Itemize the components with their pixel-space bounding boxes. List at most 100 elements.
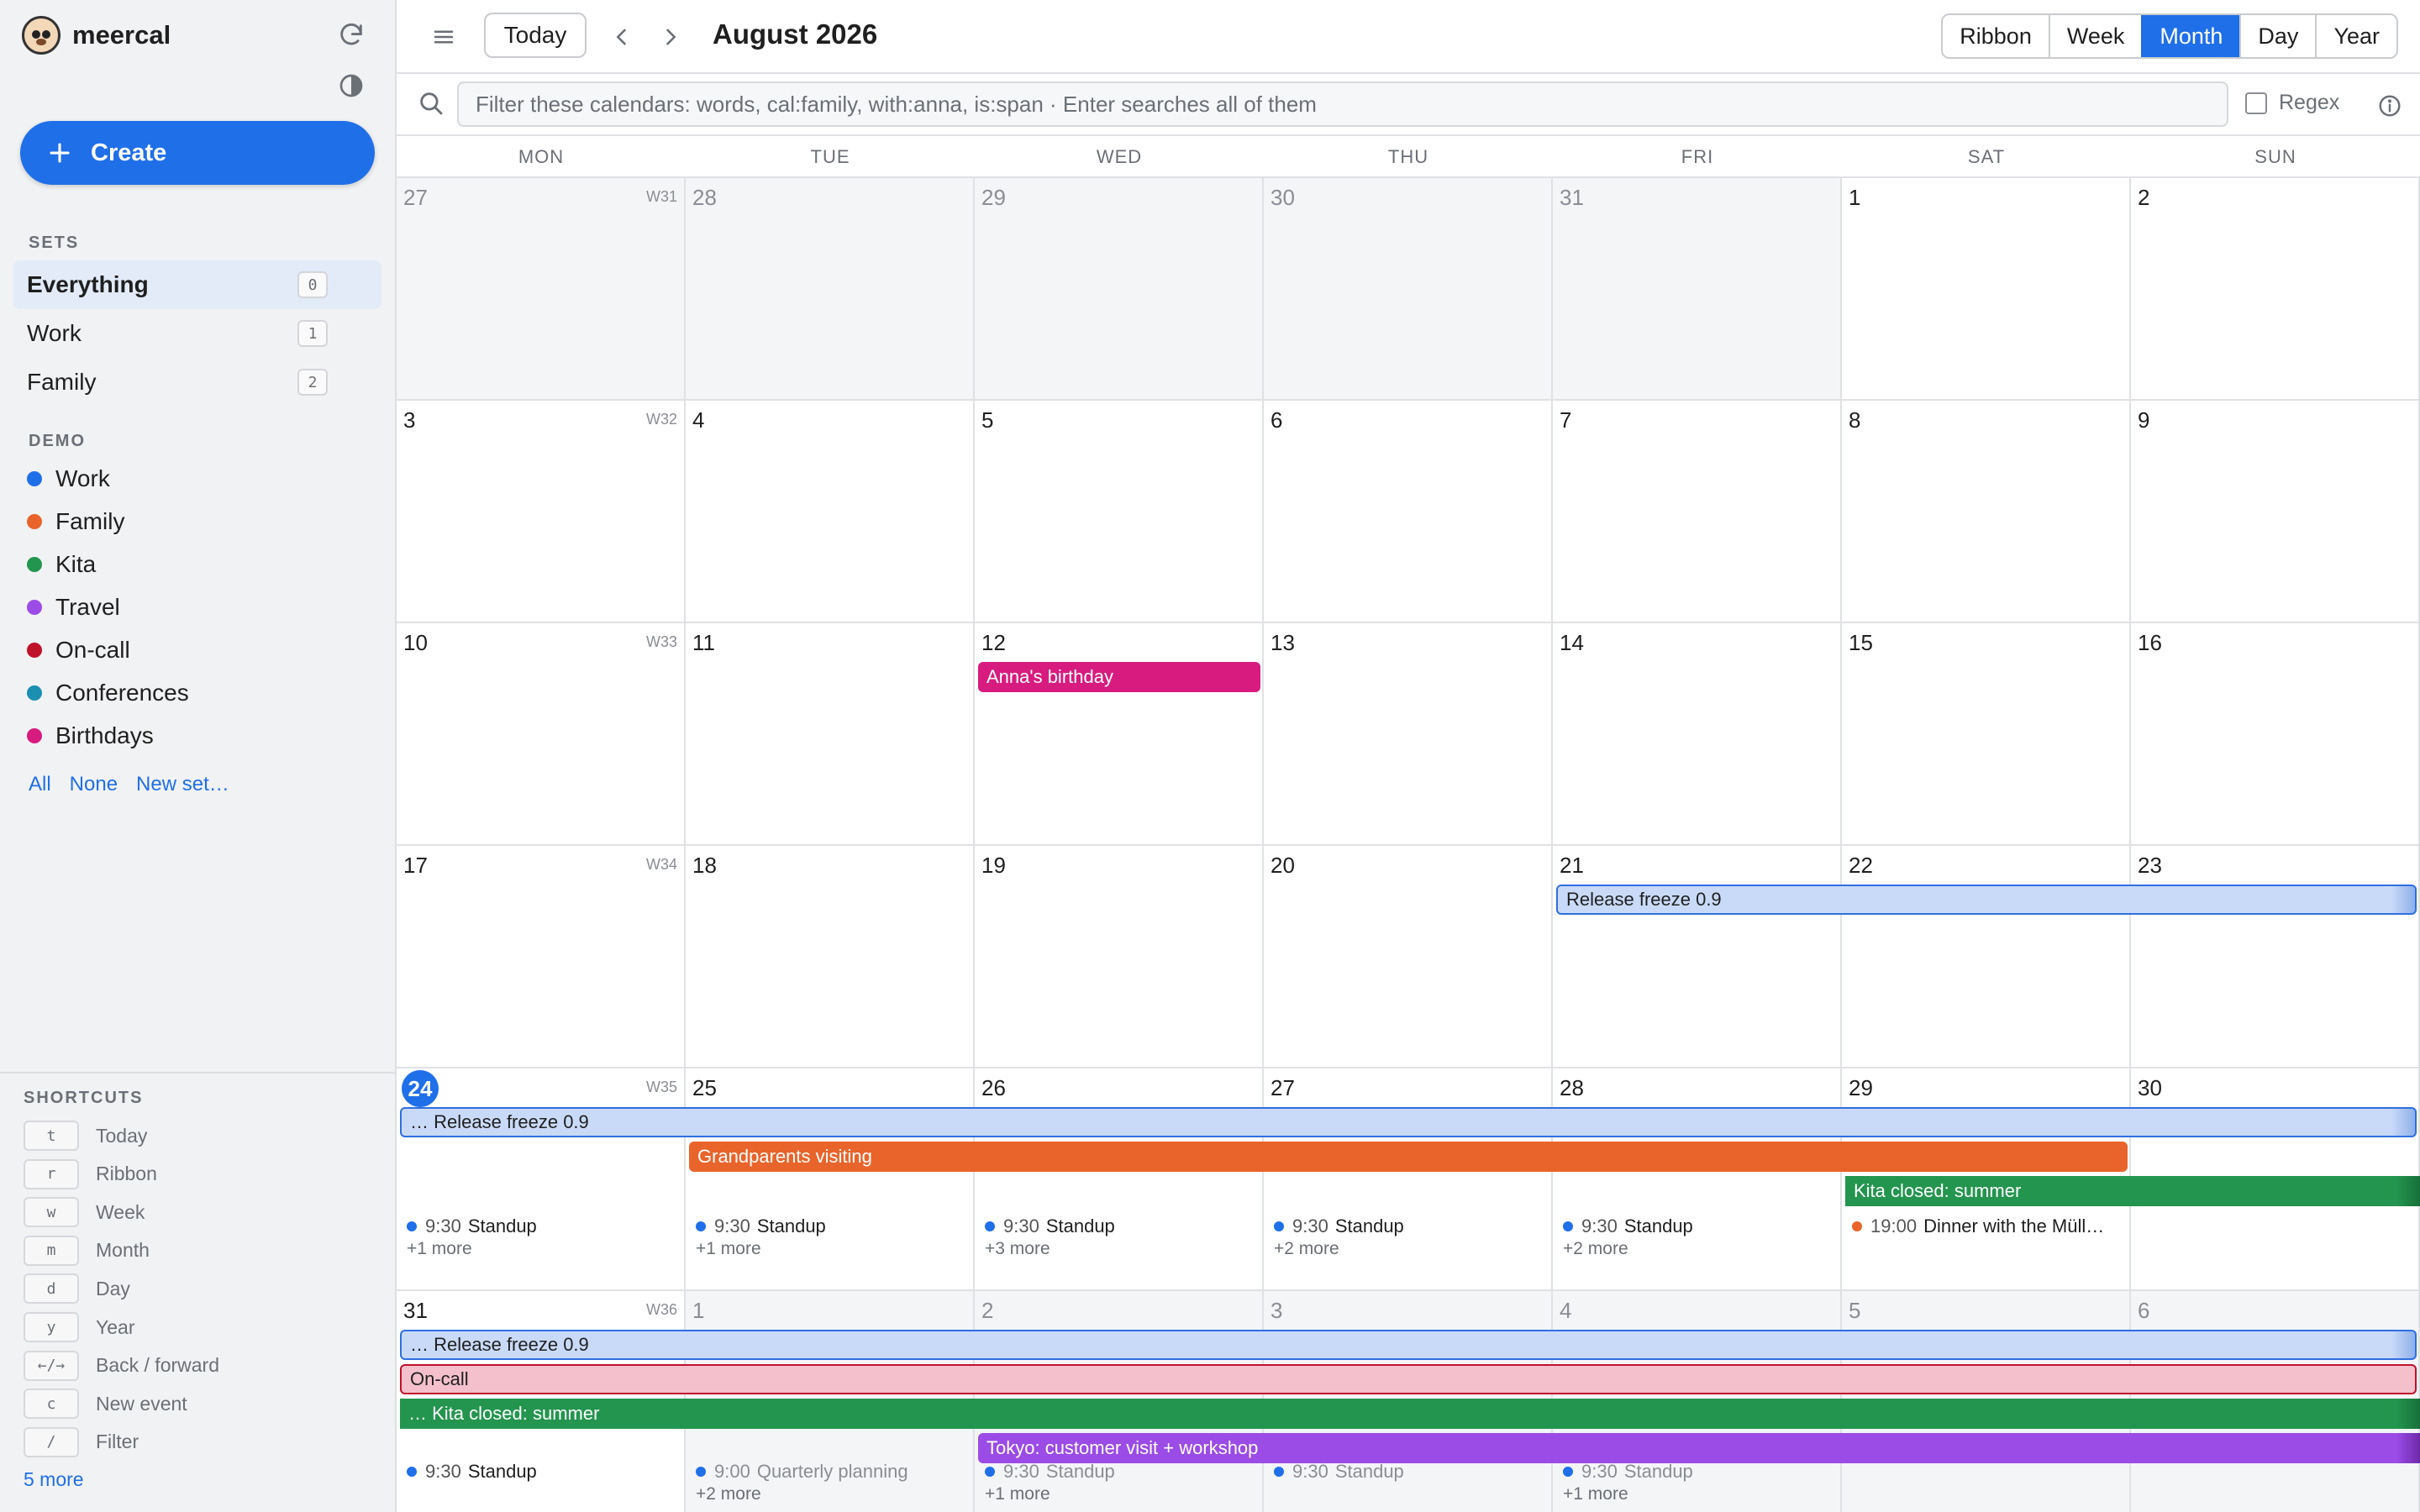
event-bar-freeze[interactable]: … Release freeze 0.9: [400, 1330, 2417, 1360]
set-item-work[interactable]: Work 1: [13, 309, 381, 358]
refresh-button[interactable]: [333, 17, 370, 54]
timed-event[interactable]: 9:30 Standup: [1563, 1214, 1832, 1239]
day-cell[interactable]: 17 W34: [397, 846, 686, 1068]
view-day-button[interactable]: Day: [2239, 15, 2316, 57]
filter-help-button[interactable]: [2371, 87, 2408, 124]
timed-event[interactable]: 9:30 Standup: [1274, 1459, 1543, 1484]
more-events-link[interactable]: +2 more: [1563, 1239, 1628, 1259]
day-cell[interactable]: 18: [686, 846, 975, 1068]
calendar-item-travel[interactable]: Travel: [27, 589, 120, 626]
day-number[interactable]: 4: [1560, 1298, 1571, 1324]
day-cell[interactable]: 29: [975, 178, 1264, 401]
day-cell[interactable]: 4: [686, 401, 975, 623]
event-bar-oncall[interactable]: On-call: [400, 1364, 2417, 1394]
event-bar-kita[interactable]: … Kita closed: summer: [400, 1399, 2420, 1429]
event-bar-grand[interactable]: Grandparents visiting: [689, 1142, 2128, 1172]
day-cell[interactable]: 8: [1842, 401, 2131, 623]
day-number[interactable]: 17: [403, 853, 428, 879]
day-number[interactable]: 29: [1849, 1075, 1873, 1101]
day-number[interactable]: 1: [692, 1298, 704, 1324]
day-number[interactable]: 30: [1270, 185, 1295, 211]
day-number[interactable]: 6: [1270, 407, 1282, 433]
day-number[interactable]: 20: [1270, 853, 1295, 879]
day-cell[interactable]: 31: [1553, 178, 1842, 401]
day-cell[interactable]: 2: [2131, 178, 2420, 401]
day-number[interactable]: 28: [1560, 1075, 1584, 1101]
day-cell[interactable]: 9: [2131, 401, 2420, 623]
day-number[interactable]: 2: [2138, 185, 2149, 211]
day-cell[interactable]: 5: [975, 401, 1264, 623]
day-cell[interactable]: 28: [686, 178, 975, 401]
day-cell[interactable]: 23: [2131, 846, 2420, 1068]
calendar-item-family[interactable]: Family: [27, 503, 124, 540]
day-cell[interactable]: 19: [975, 846, 1264, 1068]
event-bar-freeze[interactable]: … Release freeze 0.9: [400, 1107, 2417, 1137]
day-number[interactable]: 4: [692, 407, 704, 433]
timed-event[interactable]: 9:30 Standup: [1563, 1459, 1832, 1484]
day-number[interactable]: 7: [1560, 407, 1571, 433]
event-bar-kita[interactable]: Kita closed: summer: [1845, 1176, 2420, 1206]
day-number[interactable]: 27: [1270, 1075, 1295, 1101]
theme-toggle-button[interactable]: [333, 67, 370, 104]
day-number[interactable]: 6: [2138, 1298, 2149, 1324]
calendar-item-kita[interactable]: Kita: [27, 546, 96, 583]
day-number[interactable]: 5: [1849, 1298, 1860, 1324]
day-cell[interactable]: 12: [975, 623, 1264, 846]
day-number[interactable]: 31: [403, 1298, 428, 1324]
day-cell[interactable]: 14: [1553, 623, 1842, 846]
calendar-item-on-call[interactable]: On-call: [27, 632, 130, 669]
day-number[interactable]: 13: [1270, 630, 1295, 656]
day-cell[interactable]: 13: [1264, 623, 1553, 846]
day-cell[interactable]: 11: [686, 623, 975, 846]
more-shortcuts-link[interactable]: 5 more: [24, 1468, 84, 1491]
timed-event[interactable]: 9:00 Quarterly planning: [696, 1459, 965, 1484]
day-cell[interactable]: 10 W33: [397, 623, 686, 846]
view-month-button[interactable]: Month: [2141, 15, 2240, 57]
day-cell[interactable]: 30: [1264, 178, 1553, 401]
day-number[interactable]: 11: [692, 630, 715, 656]
day-cell[interactable]: 16: [2131, 623, 2420, 846]
day-number[interactable]: 3: [403, 407, 415, 433]
day-cell[interactable]: 7: [1553, 401, 1842, 623]
event-bar-birthday[interactable]: Anna's birthday: [978, 662, 1260, 692]
calendar-item-conferences[interactable]: Conferences: [27, 675, 189, 711]
more-events-link[interactable]: +2 more: [696, 1484, 761, 1504]
day-number[interactable]: 30: [2138, 1075, 2162, 1101]
day-number[interactable]: 19: [981, 853, 1006, 879]
more-events-link[interactable]: +1 more: [696, 1239, 761, 1259]
day-number[interactable]: 21: [1560, 853, 1584, 879]
day-number[interactable]: 29: [981, 185, 1006, 211]
day-number[interactable]: 14: [1560, 630, 1584, 656]
calendar-item-work[interactable]: Work: [27, 460, 110, 497]
timed-event[interactable]: 19:00 Dinner with the Müll…: [1852, 1214, 2121, 1239]
regex-checkbox[interactable]: [2245, 92, 2267, 114]
day-cell[interactable]: 1: [1842, 178, 2131, 401]
timed-event[interactable]: 9:30 Standup: [407, 1459, 676, 1484]
timed-event[interactable]: 9:30 Standup: [696, 1214, 965, 1239]
day-number[interactable]: 26: [981, 1075, 1006, 1101]
set-item-everything[interactable]: Everything 0: [13, 260, 381, 309]
day-number[interactable]: 9: [2138, 407, 2149, 433]
timed-event[interactable]: 9:30 Standup: [1274, 1214, 1543, 1239]
more-events-link[interactable]: +1 more: [1563, 1484, 1628, 1504]
view-ribbon-button[interactable]: Ribbon: [1943, 15, 2049, 57]
day-number[interactable]: 23: [2138, 853, 2162, 879]
day-number[interactable]: 2: [981, 1298, 993, 1324]
day-number[interactable]: 10: [403, 630, 428, 656]
view-week-button[interactable]: Week: [2048, 15, 2142, 57]
day-number[interactable]: 8: [1849, 407, 1860, 433]
day-number[interactable]: 28: [692, 185, 717, 211]
day-number[interactable]: 22: [1849, 853, 1873, 879]
day-cell[interactable]: 15: [1842, 623, 2131, 846]
day-number[interactable]: 15: [1849, 630, 1873, 656]
next-month-button[interactable]: [652, 18, 689, 55]
timed-event[interactable]: 9:30 Standup: [985, 1459, 1254, 1484]
select-all-link[interactable]: All: [29, 773, 51, 796]
calendar-item-birthdays[interactable]: Birthdays: [27, 717, 154, 754]
new-set-link[interactable]: New set…: [136, 773, 229, 796]
today-button[interactable]: Today: [484, 13, 587, 58]
filter-input[interactable]: [457, 81, 2228, 127]
event-bar-freeze[interactable]: Release freeze 0.9: [1556, 885, 2417, 915]
regex-toggle[interactable]: Regex: [2245, 91, 2339, 115]
more-events-link[interactable]: +3 more: [985, 1239, 1050, 1259]
